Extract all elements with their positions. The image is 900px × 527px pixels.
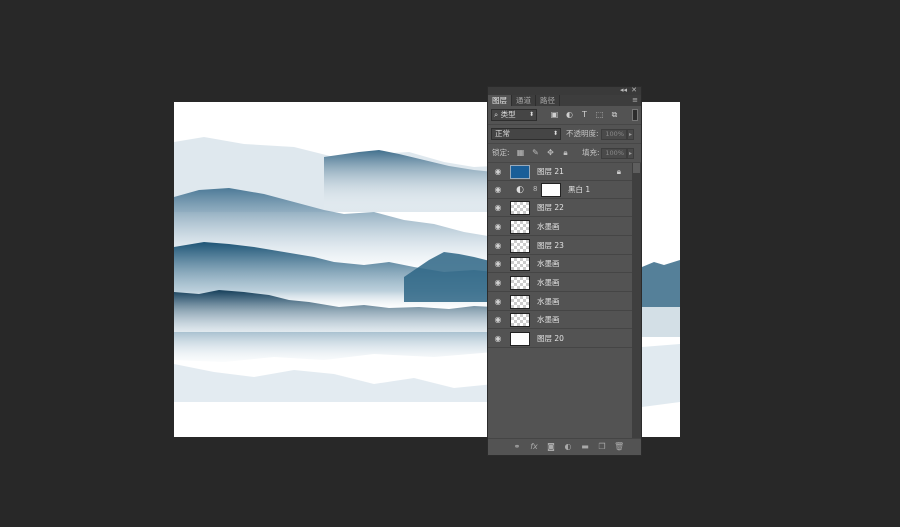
layer-row[interactable]: ◉ 图层 21 🔒︎ (488, 163, 633, 181)
mask-thumbnail[interactable] (541, 183, 561, 197)
image-filter-icon[interactable]: ▣ (550, 110, 559, 119)
layer-thumbnail (510, 165, 530, 179)
chevron-updown-icon: ⬍ (528, 111, 534, 118)
tab-paths[interactable]: 路径 (536, 95, 560, 106)
layer-name: 图层 22 (537, 203, 564, 212)
blend-row: 正常 ⬍ 不透明度: 100% ▸ (488, 125, 641, 144)
close-panel-icon[interactable]: ✕ (631, 86, 637, 94)
layer-thumbnail (510, 220, 530, 234)
layer-name: 图层 21 (537, 167, 564, 176)
layer-thumbnail (510, 201, 530, 215)
eye-icon[interactable]: ◉ (493, 185, 503, 195)
blend-mode-select[interactable]: 正常 ⬍ (491, 128, 561, 140)
blend-mode-value: 正常 (495, 129, 510, 138)
eye-icon[interactable]: ◉ (493, 203, 503, 213)
layer-row[interactable]: ◉ 水墨画 (488, 274, 633, 292)
layer-row[interactable]: ◉ 水墨画 (488, 311, 633, 329)
layers-list: ◉ 图层 21 🔒︎ ◉ ◐ 8 黑白 1 ◉ 图层 22 ◉ 水墨画 ◉ 图层… (488, 163, 633, 435)
layer-thumbnail (510, 276, 530, 290)
fill-dropdown-icon[interactable]: ▸ (627, 148, 634, 159)
eye-icon[interactable]: ◉ (493, 222, 503, 232)
eye-icon[interactable]: ◉ (493, 167, 503, 177)
panel-menu-icon[interactable]: ≡ (632, 96, 638, 104)
opacity-label: 不透明度: (566, 129, 599, 138)
fill-field[interactable]: 100% (601, 148, 627, 159)
new-adjustment-icon[interactable]: ◐ (563, 442, 573, 451)
eye-icon[interactable]: ◉ (493, 334, 503, 344)
panel-footer: ⚭ fx ◙ ◐ ▬ ❐ 🗑︎ (488, 438, 641, 455)
layer-thumbnail (510, 313, 530, 327)
filter-kind-value: 类型 (500, 110, 516, 119)
chain-link-icon[interactable]: 8 (533, 185, 537, 193)
layers-panel: ◂◂ ✕ 图层 通道 路径 ≡ ⌕ 类型 ⬍ ▣ ◐ T ⬚ ⧉ 正常 ⬍ 不透… (487, 86, 642, 456)
lock-position-icon[interactable]: ✥ (546, 148, 555, 157)
add-mask-icon[interactable]: ◙ (546, 442, 556, 451)
delete-layer-icon[interactable]: 🗑︎ (614, 442, 624, 451)
layer-row[interactable]: ◉ ◐ 8 黑白 1 (488, 181, 633, 199)
layer-row[interactable]: ◉ 水墨画 (488, 255, 633, 273)
tab-channels[interactable]: 通道 (512, 95, 536, 106)
eye-icon[interactable]: ◉ (493, 297, 503, 307)
adjustment-filter-icon[interactable]: ◐ (565, 110, 574, 119)
eye-icon[interactable]: ◉ (493, 278, 503, 288)
layers-scrollbar[interactable] (632, 163, 641, 443)
layer-name: 水墨画 (537, 297, 560, 306)
smart-object-filter-icon[interactable]: ⧉ (610, 110, 619, 119)
new-group-icon[interactable]: ▬ (580, 442, 590, 451)
layer-thumbnail (510, 332, 530, 346)
lock-image-icon[interactable]: ✎ (531, 148, 540, 157)
lock-all-icon[interactable]: 🔒︎ (561, 148, 570, 157)
layer-name: 黑白 1 (568, 185, 591, 194)
eye-icon[interactable]: ◉ (493, 241, 503, 251)
type-filter-icon[interactable]: T (580, 110, 589, 119)
fill-label: 填充: (582, 148, 600, 157)
fx-icon[interactable]: fx (529, 442, 539, 451)
layer-name: 图层 23 (537, 241, 564, 250)
layer-row[interactable]: ◉ 图层 20 (488, 330, 633, 348)
layer-thumbnail (510, 257, 530, 271)
search-icon: ⌕ (494, 110, 499, 119)
layer-row[interactable]: ◉ 水墨画 (488, 218, 633, 236)
opacity-dropdown-icon[interactable]: ▸ (627, 129, 634, 140)
filter-kind-select[interactable]: ⌕ 类型 ⬍ (491, 109, 537, 121)
shape-filter-icon[interactable]: ⬚ (595, 110, 604, 119)
eye-icon[interactable]: ◉ (493, 259, 503, 269)
adjustment-layer-icon: ◐ (516, 185, 524, 195)
layer-row[interactable]: ◉ 图层 23 (488, 237, 633, 255)
filter-row: ⌕ 类型 ⬍ ▣ ◐ T ⬚ ⧉ (488, 106, 641, 125)
scrollbar-thumb[interactable] (633, 163, 640, 173)
layer-name: 图层 20 (537, 334, 564, 343)
link-layers-icon[interactable]: ⚭ (512, 442, 522, 451)
layer-name: 水墨画 (537, 222, 560, 231)
new-layer-icon[interactable]: ❐ (597, 442, 607, 451)
lock-label: 锁定: (492, 148, 510, 157)
layer-name: 水墨画 (537, 278, 560, 287)
filter-toggle-switch[interactable] (632, 109, 638, 121)
layer-row[interactable]: ◉ 水墨画 (488, 293, 633, 311)
layer-thumbnail (510, 239, 530, 253)
lock-icon: 🔒︎ (616, 167, 621, 176)
layer-name: 水墨画 (537, 315, 560, 324)
chevron-updown-icon: ⬍ (552, 130, 558, 137)
opacity-field[interactable]: 100% (601, 129, 627, 140)
lock-transparent-icon[interactable]: ▦ (516, 148, 525, 157)
layer-name: 水墨画 (537, 259, 560, 268)
lock-row: 锁定: ▦ ✎ ✥ 🔒︎ 填充: 100% ▸ (488, 144, 641, 163)
layer-row[interactable]: ◉ 图层 22 (488, 199, 633, 217)
layer-thumbnail (510, 295, 530, 309)
panel-tabs: 图层 通道 路径 ≡ (488, 95, 641, 106)
collapse-panel-icon[interactable]: ◂◂ (620, 86, 627, 94)
tab-layers[interactable]: 图层 (488, 95, 512, 106)
eye-icon[interactable]: ◉ (493, 315, 503, 325)
panel-title-bar[interactable]: ◂◂ ✕ (488, 86, 641, 95)
